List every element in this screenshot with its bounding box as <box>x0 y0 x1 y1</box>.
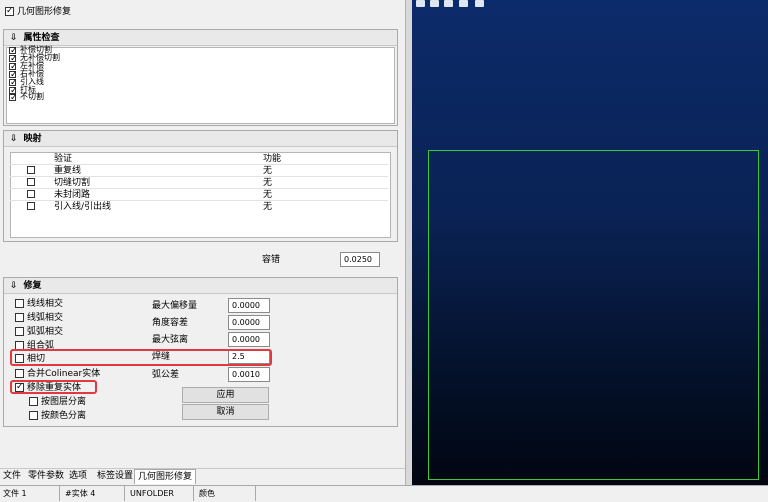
repair-option-label: 线线相交 <box>27 299 64 309</box>
repair-option-checkbox[interactable] <box>29 411 38 420</box>
repair-option-label: 合并Colinear实体 <box>27 369 101 379</box>
tolerance-label: 容错 <box>262 255 281 265</box>
repair-option-label: 按图层分离 <box>41 397 87 407</box>
repair-param-input[interactable]: 0.0000 <box>228 315 270 330</box>
repair-option-checkbox[interactable] <box>15 313 24 322</box>
repair-option-checkbox[interactable] <box>15 369 24 378</box>
tab-item[interactable]: 几何图形修复 <box>134 469 197 484</box>
highlight-tangent <box>10 349 272 366</box>
zoom-in-icon[interactable] <box>416 0 425 7</box>
part-outline-rectangle <box>428 150 759 480</box>
attribute-checkbox[interactable] <box>9 92 18 104</box>
status-cell: UNFOLDER <box>127 486 194 501</box>
zoom-window-icon[interactable] <box>444 0 453 7</box>
repair-option-checkbox[interactable] <box>29 397 38 406</box>
tab-item[interactable]: 文件 <box>0 469 24 484</box>
repair-param-label: 角度容差 <box>152 318 189 328</box>
zoom-fit-icon[interactable] <box>459 0 468 7</box>
attribute-check-header[interactable]: ⇩ 属性检查 <box>4 30 397 46</box>
status-cell: #实体 4 <box>62 486 125 501</box>
chevron-down-icon: ⇩ <box>10 281 18 291</box>
mapping-header[interactable]: ⇩ 映射 <box>4 131 397 147</box>
tab-item[interactable]: 标签设置 <box>94 469 136 484</box>
status-cell: 文件 1 <box>0 486 60 501</box>
apply-button[interactable]: 应用 <box>182 387 269 403</box>
status-cell: 颜色 <box>196 486 256 501</box>
repair-title: 修复 <box>23 281 42 291</box>
repair-header[interactable]: ⇩ 修复 <box>4 278 397 294</box>
row-checkbox[interactable] <box>27 202 35 210</box>
viewport-toolbar <box>414 0 489 8</box>
repair-param-input[interactable]: 0.0000 <box>228 332 270 347</box>
repair-param-label: 最大偏移量 <box>152 301 198 311</box>
repair-option-checkbox[interactable] <box>15 299 24 308</box>
geometry-repair-label: 几何图形修复 <box>17 7 72 17</box>
row-checkbox[interactable] <box>27 190 35 198</box>
geometry-repair-checkbox[interactable] <box>5 5 14 17</box>
chevron-down-icon: ⇩ <box>10 134 18 144</box>
mapping-title: 映射 <box>23 134 42 144</box>
cad-viewport[interactable] <box>412 0 768 485</box>
repair-param-label: 最大弦离 <box>152 335 189 345</box>
repair-param-input[interactable]: 0.0010 <box>228 367 270 382</box>
repair-param-input[interactable]: 0.0000 <box>228 298 270 313</box>
cancel-button[interactable]: 取消 <box>182 404 269 420</box>
row-checkbox[interactable] <box>27 178 35 186</box>
row-checkbox[interactable] <box>27 166 35 174</box>
repair-option-label: 按颜色分离 <box>41 411 87 421</box>
repair-option-checkbox[interactable] <box>15 327 24 336</box>
zoom-out-icon[interactable] <box>430 0 439 7</box>
tab-item[interactable]: 选项 <box>66 469 90 484</box>
chevron-down-icon: ⇩ <box>10 33 18 43</box>
highlight-remove-duplicate <box>10 380 97 394</box>
splitter[interactable] <box>405 0 412 485</box>
tab-item[interactable]: 零件参数 <box>25 469 67 484</box>
attribute-label: 不切割 <box>20 92 44 102</box>
function-cell: 无 <box>263 202 273 212</box>
attribute-check-title: 属性检查 <box>23 33 60 43</box>
repair-option-label: 弧弧相交 <box>27 327 64 337</box>
repair-param-label: 弧公差 <box>152 370 180 380</box>
attribute-check-list <box>6 47 395 124</box>
verify-cell: 引入线/引出线 <box>54 202 112 212</box>
repair-option-label: 线弧相交 <box>27 313 64 323</box>
tolerance-input[interactable]: 0.0250 <box>340 252 380 267</box>
pan-icon[interactable] <box>475 0 484 7</box>
attribute-check-panel: ⇩ 属性检查 <box>3 29 398 126</box>
